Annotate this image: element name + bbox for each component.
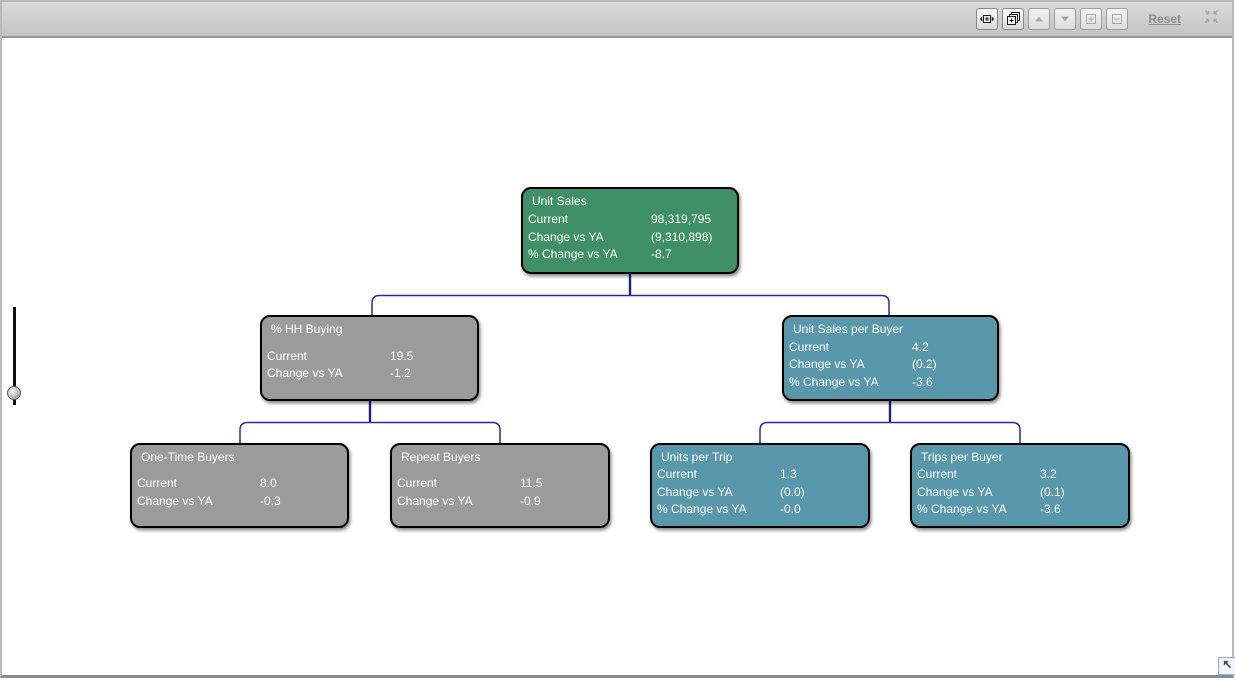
metric-label: % Change vs YA: [912, 502, 1007, 516]
metric-label: Change vs YA: [262, 366, 343, 380]
metric-row: Current 8.0: [132, 475, 347, 493]
metric-value: -3.6: [1040, 501, 1061, 519]
metric-value: -0.3: [260, 493, 281, 511]
metric-value: -0.0: [780, 501, 801, 519]
metric-value: 3.2: [1040, 466, 1057, 484]
metric-value: 98,319,795: [651, 211, 711, 229]
plus-box-icon: [1083, 11, 1099, 27]
metric-label: Current: [132, 476, 177, 490]
metric-value: 4.2: [912, 339, 929, 357]
metric-value: (0.2): [912, 356, 937, 374]
metric-label: Current: [262, 349, 307, 363]
metric-value: 1.3: [780, 466, 797, 484]
metric-value: 11.5: [520, 475, 542, 493]
metric-row: Current 11.5: [392, 475, 608, 493]
tree-canvas[interactable]: [2, 40, 1232, 675]
metric-label: Current: [523, 212, 568, 226]
metric-row: Change vs YA -0.3: [132, 493, 347, 511]
node-rows: Current 3.2 Change vs YA (0.1) % Change …: [912, 466, 1128, 519]
expand-all-levels-button[interactable]: [1002, 8, 1024, 30]
metric-row: % Change vs YA -0.0: [652, 501, 868, 519]
collapse-level-button[interactable]: [1028, 8, 1050, 30]
node-title: Units per Trip: [661, 450, 732, 464]
metric-value: (0.1): [1040, 484, 1065, 502]
metric-label: Current: [392, 476, 437, 490]
zoom-in-button[interactable]: [1080, 8, 1102, 30]
metric-row: Change vs YA -0.9: [392, 493, 608, 511]
metric-label: Current: [912, 467, 957, 481]
metric-label: % Change vs YA: [652, 502, 747, 516]
tree-node-unit-sales-per-buyer[interactable]: Unit Sales per Buyer Current 4.2 Change …: [782, 315, 999, 401]
metric-value: 8.0: [260, 475, 277, 493]
pan-to-origin-button[interactable]: [1218, 657, 1235, 675]
metric-row: Current 98,319,795: [523, 211, 737, 229]
four-arrows-icon: [1203, 8, 1220, 30]
metric-row: Change vs YA (0.1): [912, 484, 1128, 502]
metric-label: Current: [652, 467, 697, 481]
tree-node-hh-buying[interactable]: % HH Buying Current 19.5 Change vs YA -1…: [260, 315, 479, 401]
node-rows: Current 98,319,795 Change vs YA (9,310,8…: [523, 210, 737, 265]
metric-row: Current 19.5: [262, 348, 477, 366]
metric-label: Change vs YA: [523, 230, 604, 244]
metric-label: Current: [784, 340, 829, 354]
zoom-slider-handle[interactable]: [7, 386, 21, 400]
node-title: Unit Sales: [532, 194, 587, 208]
node-title: Trips per Buyer: [921, 450, 1003, 464]
metric-value: -1.2: [390, 365, 411, 383]
node-title: One-Time Buyers: [141, 450, 235, 464]
metric-row: Change vs YA (0.2): [784, 356, 997, 374]
metric-row: Current 3.2: [912, 466, 1128, 484]
node-title: % HH Buying: [271, 322, 342, 336]
tree-node-trips-per-buyer[interactable]: Trips per Buyer Current 3.2 Change vs YA…: [910, 443, 1130, 528]
node-rows: Current 11.5 Change vs YA -0.9: [392, 466, 608, 519]
metric-row: Change vs YA (0.0): [652, 484, 868, 502]
metric-label: % Change vs YA: [523, 247, 618, 261]
metric-row: % Change vs YA -3.6: [784, 374, 997, 392]
metric-row: % Change vs YA -3.6: [912, 501, 1128, 519]
metric-value: 19.5: [390, 348, 413, 366]
arrow-up-left-icon: [1221, 658, 1234, 674]
metric-label: Change vs YA: [912, 485, 993, 499]
toolbar: Reset: [2, 2, 1232, 38]
fit-width-button[interactable]: [976, 8, 998, 30]
node-title: Repeat Buyers: [401, 450, 480, 464]
metric-value: (0.0): [780, 484, 805, 502]
triangle-up-icon: [1031, 11, 1047, 27]
minus-box-icon: [1109, 11, 1125, 27]
tree-node-units-per-trip[interactable]: Units per Trip Current 1.3 Change vs YA …: [650, 443, 870, 528]
tree-node-unit-sales[interactable]: Unit Sales Current 98,319,795 Change vs …: [521, 187, 739, 274]
metric-label: Change vs YA: [652, 485, 733, 499]
metric-row: Change vs YA (9,310,898): [523, 229, 737, 247]
metric-label: Change vs YA: [784, 357, 865, 371]
app-window: Reset Unit Sales Current 98,319,795: [0, 0, 1234, 678]
tree-node-repeat-buyers[interactable]: Repeat Buyers Current 11.5 Change vs YA …: [390, 443, 610, 528]
tree-node-one-time-buyers[interactable]: One-Time Buyers Current 8.0 Change vs YA…: [130, 443, 349, 528]
metric-value: (9,310,898): [651, 229, 712, 247]
metric-row: Current 4.2: [784, 339, 997, 357]
metric-value: -8.7: [651, 246, 672, 264]
expand-horizontal-icon: [979, 11, 995, 27]
node-rows: Current 19.5 Change vs YA -1.2: [262, 338, 477, 392]
node-title: Unit Sales per Buyer: [793, 322, 903, 336]
zoom-out-button[interactable]: [1106, 8, 1128, 30]
node-rows: Current 8.0 Change vs YA -0.3: [132, 466, 347, 519]
metric-label: % Change vs YA: [784, 375, 879, 389]
metric-label: Change vs YA: [392, 494, 473, 508]
metric-row: Current 1.3: [652, 466, 868, 484]
cascade-plus-icon: [1005, 11, 1021, 27]
metric-value: -0.9: [520, 493, 541, 511]
triangle-down-icon: [1057, 11, 1073, 27]
reset-link[interactable]: Reset: [1148, 12, 1181, 26]
metric-value: -3.6: [912, 374, 933, 392]
metric-label: Change vs YA: [132, 494, 213, 508]
expand-level-button[interactable]: [1054, 8, 1076, 30]
metric-row: % Change vs YA -8.7: [523, 246, 737, 264]
metric-row: Change vs YA -1.2: [262, 365, 477, 383]
node-rows: Current 1.3 Change vs YA (0.0) % Change …: [652, 466, 868, 519]
node-rows: Current 4.2 Change vs YA (0.2) % Change …: [784, 338, 997, 392]
